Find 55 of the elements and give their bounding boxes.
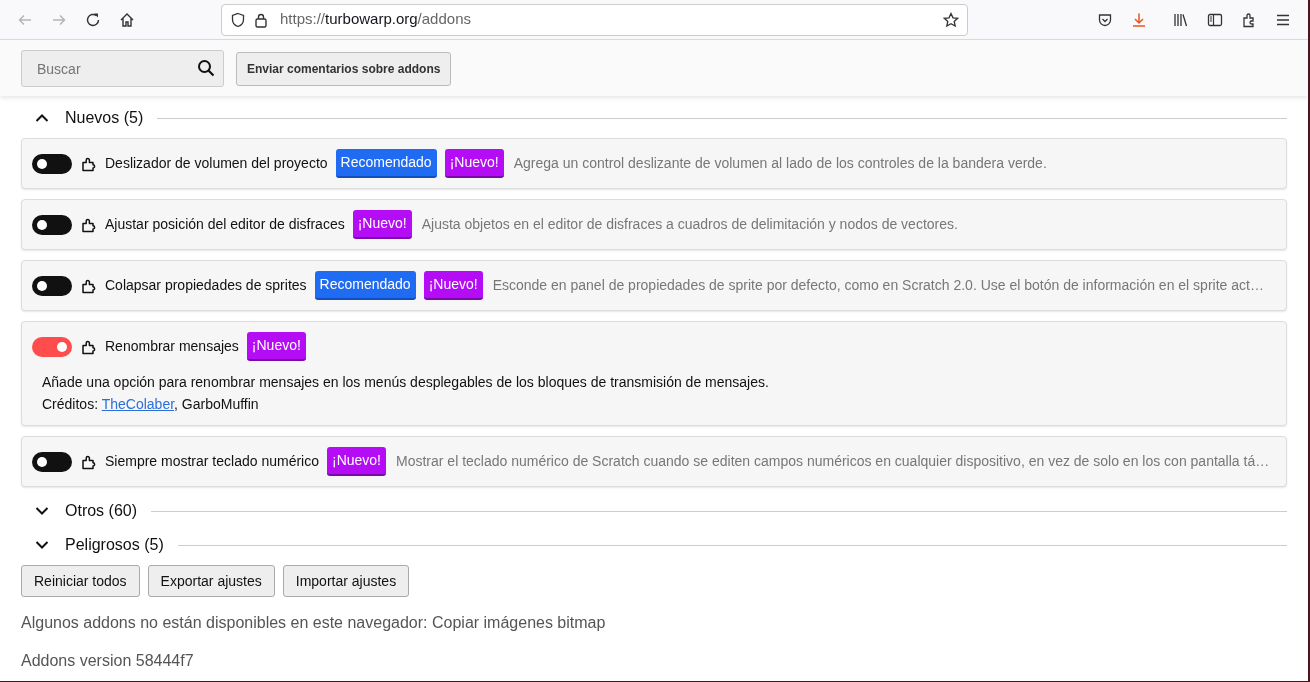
addon-description: Ajusta objetos en el editor de disfraces a cuadros de delimitación y nodos de vectores. bbox=[421, 215, 958, 234]
toggle-switch[interactable] bbox=[32, 336, 72, 357]
addon-description: Mostrar el teclado numérico de Scratch cuando se editen campos numéricos en cualquier dispositivo, en vez de solo en los con pantalla tá… bbox=[396, 452, 1270, 471]
addon-name: Colapsar propiedades de sprites bbox=[105, 276, 307, 295]
pocket-icon bbox=[1097, 11, 1113, 28]
chevron-icon bbox=[35, 506, 49, 516]
shield-icon bbox=[230, 11, 246, 28]
addon-name: Deslizador de volumen del proyecto bbox=[105, 154, 328, 173]
chevron-icon bbox=[35, 113, 49, 123]
new-tag: ¡Nuevo! bbox=[352, 210, 412, 239]
search-icon[interactable] bbox=[197, 59, 215, 77]
section-title: Otros (60) bbox=[65, 501, 137, 521]
puzzle-icon bbox=[1241, 11, 1257, 28]
search-field[interactable]: Buscar bbox=[21, 50, 224, 87]
credit-link[interactable]: TheColaber bbox=[101, 396, 175, 412]
toggle-switch[interactable] bbox=[32, 275, 72, 296]
new-tag: ¡Nuevo! bbox=[327, 447, 386, 476]
toggle-switch[interactable] bbox=[32, 451, 72, 472]
home-icon bbox=[119, 11, 135, 28]
puzzle-icon bbox=[81, 338, 97, 355]
lock-icon bbox=[254, 11, 268, 28]
new-tag: ¡Nuevo! bbox=[246, 332, 306, 361]
feedback-button[interactable]: Enviar comentarios sobre addons bbox=[236, 51, 452, 86]
section-title: Nuevos (5) bbox=[65, 108, 144, 128]
recommended-tag: Recomendado bbox=[335, 149, 437, 178]
puzzle-icon bbox=[81, 155, 97, 172]
action-button[interactable]: Reiniciar todos bbox=[21, 565, 140, 597]
addon-description: Añade una opción para renombrar mensajes en los menús desplegables de los bloques de transmisión de mensajes. bbox=[42, 373, 770, 392]
library-icon bbox=[1173, 11, 1189, 28]
url-text: https://turbowarp.org/addons bbox=[280, 9, 471, 30]
action-button[interactable]: Importar ajustes bbox=[282, 565, 410, 597]
addon-description: Esconde en panel de propiedades de sprite por defecto, como en Scratch 2.0. Use el botón de información en el sprite act… bbox=[492, 276, 1264, 295]
addon-description: Agrega un control deslizante de volumen al lado de los controles de la bandera verde. bbox=[513, 154, 1047, 173]
new-tag: ¡Nuevo! bbox=[423, 271, 483, 300]
download-icon bbox=[1131, 11, 1147, 28]
credits-text: Créditos: TheColaber, GarboMuffin bbox=[42, 395, 260, 414]
unsupported-note: Algunos addons no están disponibles en este navegador: Copiar imágenes bitmap bbox=[21, 613, 607, 633]
section-title: Peligrosos (5) bbox=[65, 535, 164, 555]
sidebar-icon bbox=[1207, 11, 1223, 28]
puzzle-icon bbox=[81, 453, 97, 470]
new-tag: ¡Nuevo! bbox=[444, 149, 504, 178]
toggle-switch[interactable] bbox=[32, 153, 72, 174]
puzzle-icon bbox=[81, 216, 97, 233]
address-bar[interactable]: https://turbowarp.org/addons bbox=[221, 3, 968, 36]
recommended-tag: Recomendado bbox=[314, 271, 416, 300]
action-button[interactable]: Exportar ajustes bbox=[147, 565, 275, 597]
star-icon[interactable] bbox=[943, 11, 959, 28]
addon-name: Ajustar posición del editor de disfraces bbox=[105, 215, 345, 234]
addon-name: Renombrar mensajes bbox=[105, 337, 239, 356]
reload-icon bbox=[85, 11, 101, 28]
version-text: Addons version 58444f7 bbox=[21, 651, 195, 671]
chevron-icon bbox=[35, 540, 49, 550]
addon-name: Siempre mostrar teclado numérico bbox=[105, 452, 319, 471]
puzzle-icon bbox=[81, 277, 97, 294]
toggle-switch[interactable] bbox=[32, 214, 72, 235]
